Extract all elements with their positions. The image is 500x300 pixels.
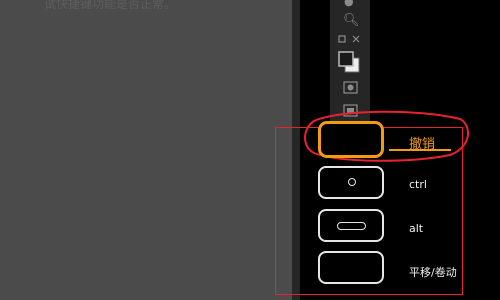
- mask-icon[interactable]: [343, 81, 359, 95]
- undo-key-button[interactable]: [318, 121, 384, 158]
- canvas-area: 试快捷键功能是否正常。: [0, 0, 292, 300]
- transform-icon[interactable]: [338, 34, 362, 46]
- pan-key-button[interactable]: [318, 251, 384, 284]
- instruction-text: 试快捷键功能是否正常。: [44, 0, 177, 11]
- color-swatch-icon[interactable]: [337, 50, 361, 74]
- alt-label: alt: [409, 222, 424, 235]
- pan-label: 平移/卷动: [409, 266, 457, 279]
- alt-key-button[interactable]: [318, 209, 384, 242]
- ctrl-key-button[interactable]: [318, 166, 384, 199]
- ctrl-dot-icon: [348, 178, 356, 186]
- undo-underline: [389, 149, 451, 151]
- alt-pill-icon: [337, 222, 366, 230]
- zoom-icon[interactable]: 🔍︎: [343, 14, 360, 27]
- ctrl-label: ctrl: [409, 178, 427, 191]
- brush-icon[interactable]: ●: [344, 0, 354, 7]
